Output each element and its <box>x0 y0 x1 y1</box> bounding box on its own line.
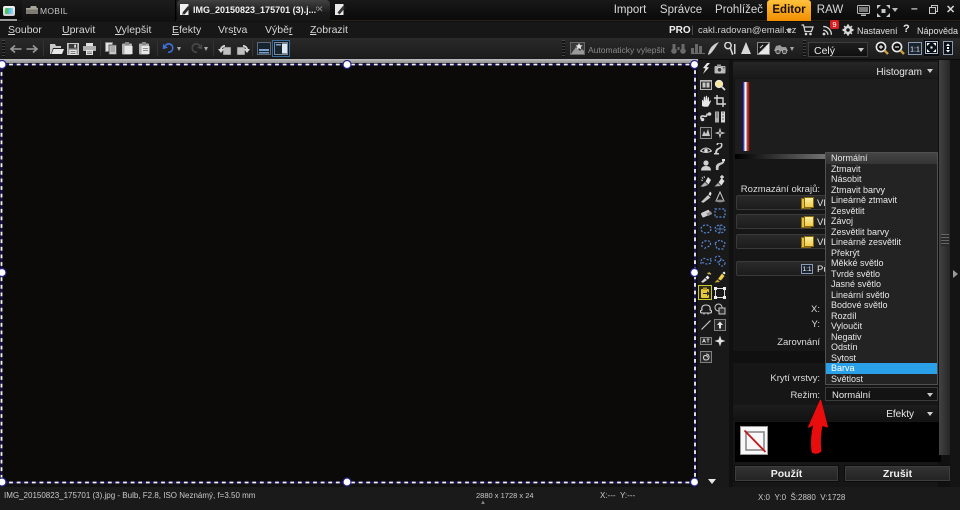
svg-text:1:1: 1:1 <box>910 47 920 54</box>
